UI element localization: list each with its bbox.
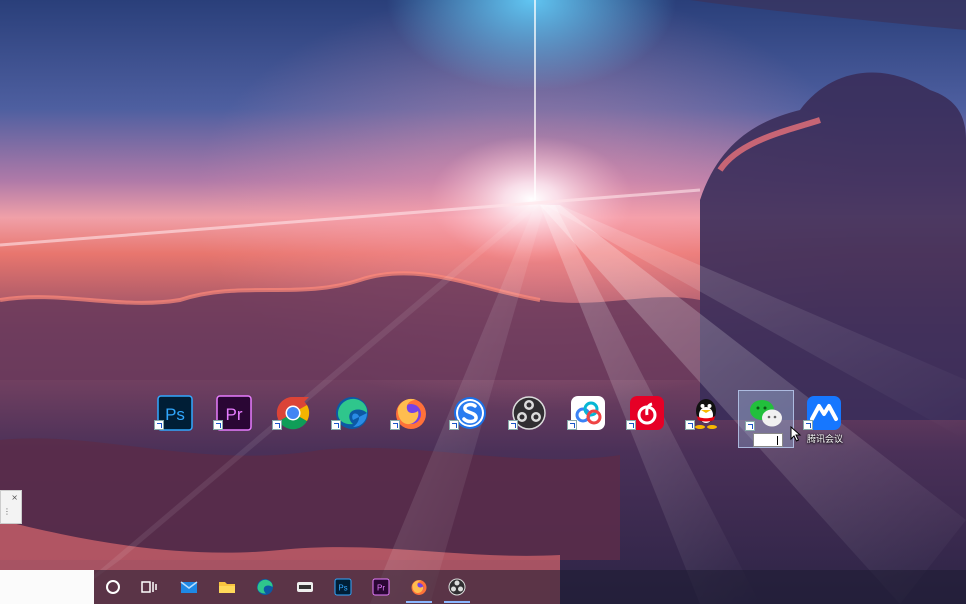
shortcut-arrow-icon bbox=[213, 420, 223, 430]
media-icon bbox=[297, 582, 313, 592]
shortcut-arrow-icon bbox=[745, 421, 755, 431]
taskbar: Ps Pr bbox=[0, 570, 966, 604]
pr-glyph: Pr bbox=[226, 405, 243, 424]
wechat-shortcut[interactable] bbox=[738, 390, 794, 448]
taskbar-item-cortana[interactable] bbox=[96, 570, 130, 604]
shortcut-arrow-icon bbox=[449, 420, 459, 430]
tencent-meeting-shortcut[interactable]: 腾讯会议 bbox=[797, 390, 853, 448]
shortcut-arrow-icon bbox=[390, 420, 400, 430]
taskbar-item-mail[interactable] bbox=[172, 570, 206, 604]
task-view-icon bbox=[141, 581, 157, 593]
shortcut-arrow-icon bbox=[154, 420, 164, 430]
shortcut-arrow-icon bbox=[567, 420, 577, 430]
desktop-wallpaper bbox=[0, 0, 966, 604]
taskbar-search-box[interactable] bbox=[0, 570, 94, 604]
taskbar-item-file-explorer[interactable] bbox=[210, 570, 244, 604]
ps-glyph: Ps bbox=[165, 405, 185, 424]
shortcut-arrow-icon bbox=[626, 420, 636, 430]
more-icon[interactable]: ⋮ bbox=[3, 507, 11, 516]
obs-icon bbox=[448, 578, 466, 596]
taskbar-item-obs[interactable] bbox=[440, 570, 474, 604]
sogou-shortcut[interactable] bbox=[443, 390, 499, 448]
firefox-icon bbox=[411, 580, 427, 595]
svg-text:Pr: Pr bbox=[377, 584, 385, 593]
close-icon[interactable]: × bbox=[11, 493, 18, 502]
pr-icon: Pr bbox=[372, 578, 390, 596]
circle-icon bbox=[106, 580, 120, 594]
shortcut-arrow-icon bbox=[331, 420, 341, 430]
mouse-cursor-icon bbox=[790, 426, 802, 442]
folder-icon bbox=[219, 582, 235, 593]
taskbar-item-media[interactable] bbox=[288, 570, 322, 604]
obs-shortcut[interactable] bbox=[502, 390, 558, 448]
mail-icon bbox=[180, 581, 198, 593]
shortcut-arrow-icon bbox=[272, 420, 282, 430]
photoshop-shortcut[interactable]: Ps bbox=[148, 390, 204, 448]
svg-text:Ps: Ps bbox=[338, 584, 347, 593]
shortcut-arrow-icon bbox=[803, 420, 813, 430]
qq-shortcut[interactable] bbox=[679, 390, 735, 448]
shortcut-arrow-icon bbox=[508, 420, 518, 430]
premiere-shortcut[interactable]: Pr bbox=[207, 390, 263, 448]
taskbar-item-premiere[interactable]: Pr bbox=[364, 570, 398, 604]
chrome-shortcut[interactable] bbox=[266, 390, 322, 448]
netease-music-shortcut[interactable] bbox=[620, 390, 676, 448]
ps-icon: Ps bbox=[334, 578, 352, 596]
taskbar-item-photoshop[interactable]: Ps bbox=[326, 570, 360, 604]
edge-icon bbox=[257, 579, 273, 595]
desktop-icon-row: Ps Pr 腾讯会议 bbox=[148, 390, 868, 450]
baidu-netdisk-shortcut[interactable] bbox=[561, 390, 617, 448]
taskbar-item-firefox[interactable] bbox=[402, 570, 436, 604]
shortcut-arrow-icon bbox=[685, 420, 695, 430]
firefox-shortcut[interactable] bbox=[384, 390, 440, 448]
taskbar-item-edge[interactable] bbox=[248, 570, 282, 604]
edge-shortcut[interactable] bbox=[325, 390, 381, 448]
rename-input[interactable] bbox=[753, 433, 783, 447]
side-notification-panel[interactable]: × ⋮ bbox=[0, 490, 22, 524]
taskbar-item-task-view[interactable] bbox=[132, 570, 166, 604]
